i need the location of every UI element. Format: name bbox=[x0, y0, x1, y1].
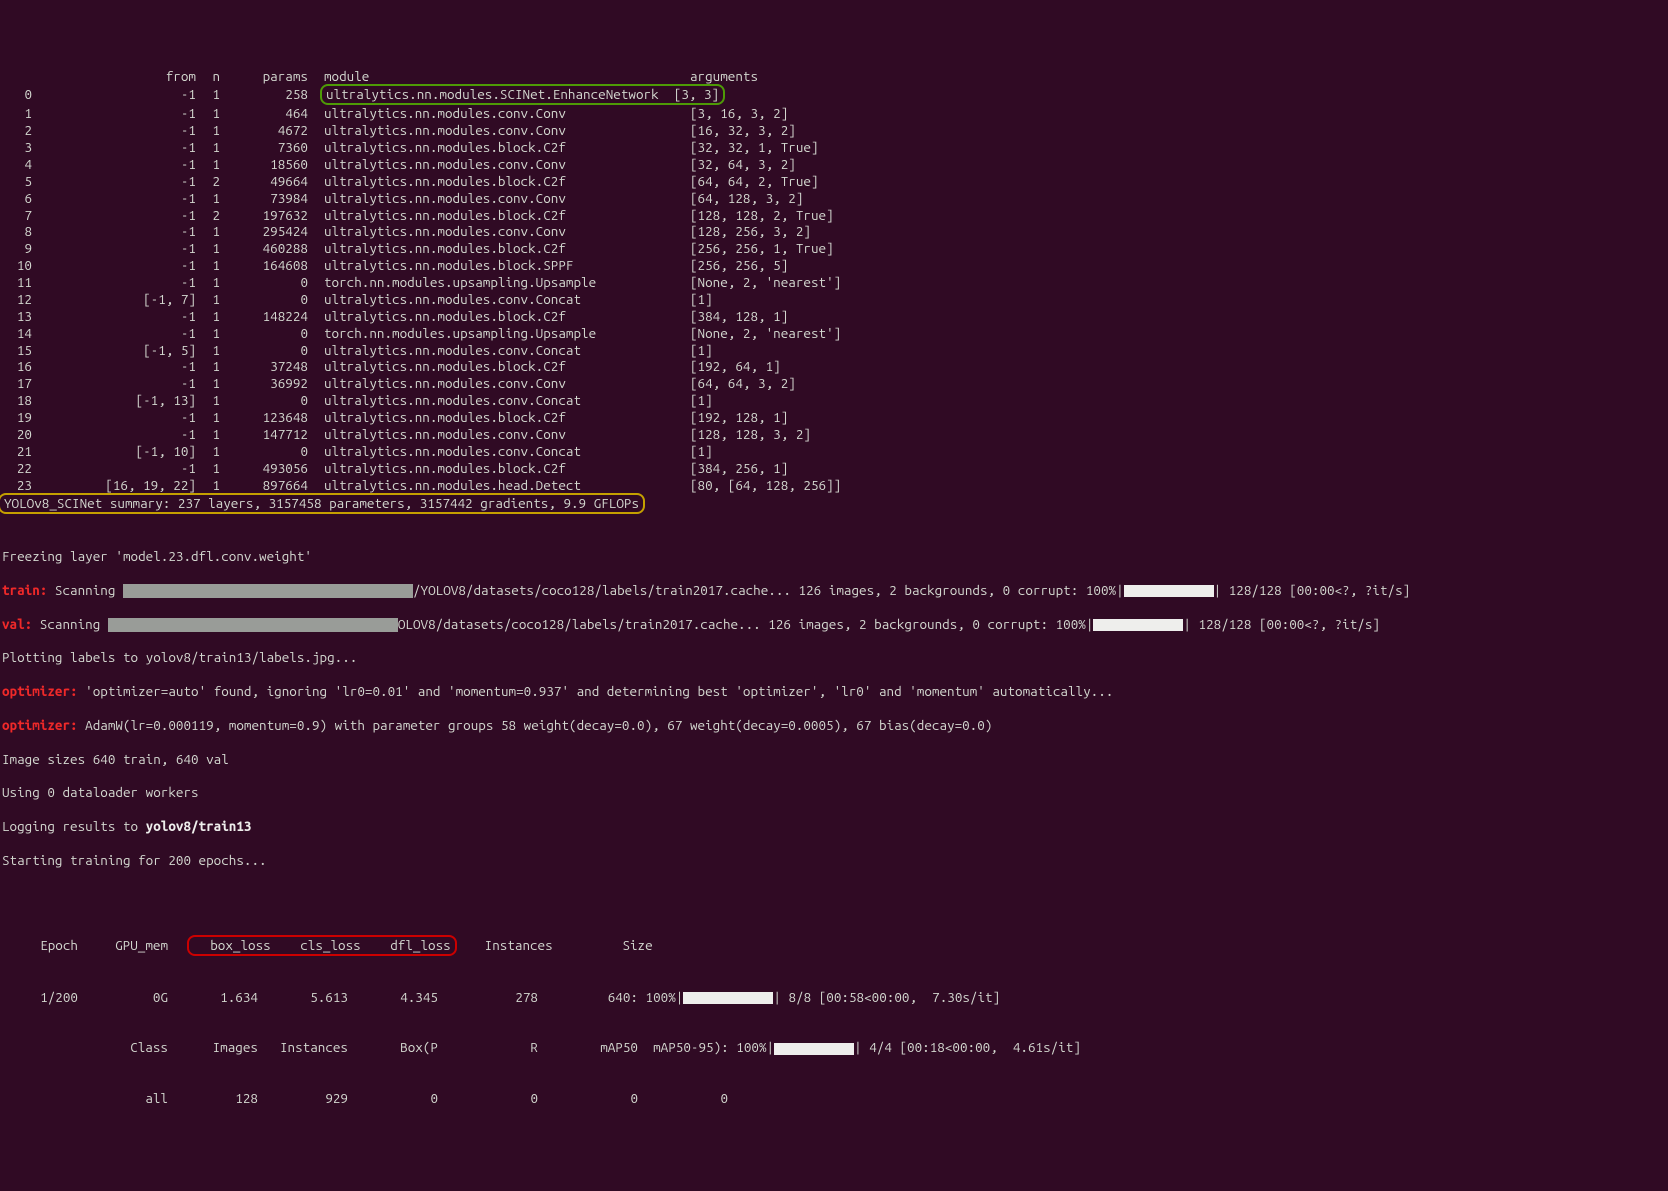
table-row: 22-11493056ultralytics.nn.modules.block.… bbox=[2, 460, 1666, 477]
logging-prefix: Logging results to bbox=[2, 818, 146, 834]
table-row: 11-110torch.nn.modules.upsampling.Upsamp… bbox=[2, 274, 1666, 291]
table-row: 14-110torch.nn.modules.upsampling.Upsamp… bbox=[2, 325, 1666, 342]
col-gpumem: GPU_mem bbox=[78, 937, 168, 954]
table-row: 3-117360ultralytics.nn.modules.block.C2f… bbox=[2, 139, 1666, 156]
image-sizes-line: Image sizes 640 train, 640 val bbox=[2, 751, 1666, 768]
class-value: all bbox=[2, 1090, 168, 1107]
plotting-line: Plotting labels to yolov8/train13/labels… bbox=[2, 649, 1666, 666]
table-row: 4-1118560ultralytics.nn.modules.conv.Con… bbox=[2, 156, 1666, 173]
table-row: 8-11295424ultralytics.nn.modules.conv.Co… bbox=[2, 223, 1666, 240]
scanning-word: Scanning bbox=[32, 616, 108, 632]
table-header-row: fromnparamsmodulearguments bbox=[2, 68, 1666, 85]
table-row: 19-11123648ultralytics.nn.modules.block.… bbox=[2, 409, 1666, 426]
epoch-header-row: EpochGPU_mem box_losscls_lossdfl_lossIns… bbox=[2, 936, 1666, 955]
table-row: 18[-1, 13]10ultralytics.nn.modules.conv.… bbox=[2, 392, 1666, 409]
progress-bar bbox=[1093, 619, 1183, 631]
table-row: 0-11258ultralytics.nn.modules.SCINet.Enh… bbox=[2, 84, 1666, 105]
train-scan-tail: /YOLOV8/datasets/coco128/labels/train201… bbox=[413, 582, 1124, 598]
table-row: 23[16, 19, 22]1897664ultralytics.nn.modu… bbox=[2, 477, 1666, 494]
redacted-path bbox=[108, 618, 398, 632]
images-value: 128 bbox=[168, 1090, 258, 1107]
val-label: val: bbox=[2, 616, 32, 632]
scanning-word: Scanning bbox=[47, 582, 123, 598]
table-row: 13-11148224ultralytics.nn.modules.block.… bbox=[2, 308, 1666, 325]
table-row: 16-1137248ultralytics.nn.modules.block.C… bbox=[2, 358, 1666, 375]
col-instances: Instances bbox=[258, 1039, 348, 1056]
table-row: 10-11164608ultralytics.nn.modules.block.… bbox=[2, 257, 1666, 274]
instances-value: 278 bbox=[438, 989, 538, 1006]
scan-rhs: | 128/128 [00:00<?, ?it/s] bbox=[1214, 582, 1411, 598]
scan-rhs: | 128/128 [00:00<?, ?it/s] bbox=[1183, 616, 1380, 632]
col-epoch: Epoch bbox=[2, 937, 78, 954]
redacted-path bbox=[123, 584, 413, 598]
blank-line bbox=[2, 514, 1666, 531]
table-row: 5-1249664ultralytics.nn.modules.block.C2… bbox=[2, 173, 1666, 190]
col-boxp: Box(P bbox=[348, 1039, 438, 1056]
table-row: 20-11147712ultralytics.nn.modules.conv.C… bbox=[2, 426, 1666, 443]
col-r: R bbox=[438, 1039, 538, 1056]
progress-bar bbox=[1124, 585, 1214, 597]
size-value: 640: bbox=[538, 989, 638, 1006]
freezing-line: Freezing layer 'model.23.dfl.conv.weight… bbox=[2, 548, 1666, 565]
metrics-row-all: all1289290000 bbox=[2, 1090, 1666, 1107]
optimizer-label: optimizer: bbox=[2, 683, 78, 699]
col-class: Class bbox=[2, 1039, 168, 1056]
optimizer-text-2: AdamW(lr=0.000119, momentum=0.9) with pa… bbox=[78, 717, 993, 733]
epoch-value: 1/200 bbox=[2, 989, 78, 1006]
logging-line: Logging results to yolov8/train13 bbox=[2, 818, 1666, 835]
map50-value: 0 bbox=[538, 1090, 638, 1107]
train-scan-line: train: Scanning /YOLOV8/datasets/coco128… bbox=[2, 582, 1666, 599]
col-map50: mAP50 bbox=[538, 1039, 638, 1056]
table-row: 15[-1, 5]10ultralytics.nn.modules.conv.C… bbox=[2, 342, 1666, 359]
dflloss-value: 4.345 bbox=[348, 989, 438, 1006]
col-instances: Instances bbox=[453, 937, 553, 954]
progress-pct: 100%| bbox=[729, 1039, 774, 1055]
clsloss-value: 5.613 bbox=[258, 989, 348, 1006]
table-row: 12[-1, 7]10ultralytics.nn.modules.conv.C… bbox=[2, 291, 1666, 308]
table-row: 7-12197632ultralytics.nn.modules.block.C… bbox=[2, 207, 1666, 224]
starting-line: Starting training for 200 epochs... bbox=[2, 852, 1666, 869]
val-scan-tail: OLOV8/datasets/coco128/labels/train2017.… bbox=[398, 616, 1094, 632]
map5095-value: 0 bbox=[638, 1090, 728, 1107]
blank-line bbox=[2, 886, 1666, 903]
model-architecture-table: fromnparamsmodulearguments0-11258ultraly… bbox=[2, 68, 1666, 532]
logging-path: yolov8/train13 bbox=[146, 818, 252, 834]
workers-line: Using 0 dataloader workers bbox=[2, 784, 1666, 801]
train-label: train: bbox=[2, 582, 47, 598]
val-scan-line: val: Scanning OLOV8/datasets/coco128/lab… bbox=[2, 616, 1666, 633]
progress-bar bbox=[683, 992, 773, 1004]
model-summary-line: YOLOv8_SCINet summary: 237 layers, 31574… bbox=[2, 493, 1666, 514]
progress-tail: | 8/8 [00:58<00:00, 7.30s/it] bbox=[773, 989, 1000, 1005]
table-row: 21[-1, 10]10ultralytics.nn.modules.conv.… bbox=[2, 443, 1666, 460]
optimizer-text-1: 'optimizer=auto' found, ignoring 'lr0=0.… bbox=[78, 683, 1114, 699]
boxloss-value: 1.634 bbox=[168, 989, 258, 1006]
epoch-row-1: 1/2000G1.6345.6134.345278640: 100%| | 8/8… bbox=[2, 989, 1666, 1006]
scinet-highlight-box: ultralytics.nn.modules.SCINet.EnhanceNet… bbox=[320, 84, 725, 105]
optimizer-label: optimizer: bbox=[2, 717, 78, 733]
optimizer-line-1: optimizer: 'optimizer=auto' found, ignor… bbox=[2, 683, 1666, 700]
gpumem-value: 0G bbox=[78, 989, 168, 1006]
progress-pct: 100%| bbox=[638, 989, 683, 1005]
table-row: 2-114672ultralytics.nn.modules.conv.Conv… bbox=[2, 122, 1666, 139]
metrics-header-row: ClassImagesInstancesBox(PRmAP50 mAP50-95… bbox=[2, 1039, 1666, 1056]
instances-value: 929 bbox=[258, 1090, 348, 1107]
progress-bar bbox=[774, 1043, 854, 1055]
progress-tail: | 4/4 [00:18<00:00, 4.61s/it] bbox=[854, 1039, 1081, 1055]
col-map5095: mAP50-95): bbox=[653, 1039, 729, 1055]
table-row: 6-1173984ultralytics.nn.modules.conv.Con… bbox=[2, 190, 1666, 207]
loss-highlight-box: box_losscls_lossdfl_loss bbox=[187, 935, 457, 956]
summary-highlight-box: YOLOv8_SCINet summary: 237 layers, 31574… bbox=[0, 493, 645, 514]
r-value: 0 bbox=[438, 1090, 538, 1107]
col-dflloss: dfl_loss bbox=[361, 937, 451, 954]
col-images: Images bbox=[168, 1039, 258, 1056]
table-row: 9-11460288ultralytics.nn.modules.block.C… bbox=[2, 240, 1666, 257]
col-boxloss: box_loss bbox=[193, 937, 271, 954]
col-size: Size bbox=[553, 937, 653, 954]
col-clsloss: cls_loss bbox=[271, 937, 361, 954]
table-row: 17-1136992ultralytics.nn.modules.conv.Co… bbox=[2, 375, 1666, 392]
optimizer-line-2: optimizer: AdamW(lr=0.000119, momentum=0… bbox=[2, 717, 1666, 734]
table-row: 1-11464ultralytics.nn.modules.conv.Conv[… bbox=[2, 105, 1666, 122]
boxp-value: 0 bbox=[348, 1090, 438, 1107]
